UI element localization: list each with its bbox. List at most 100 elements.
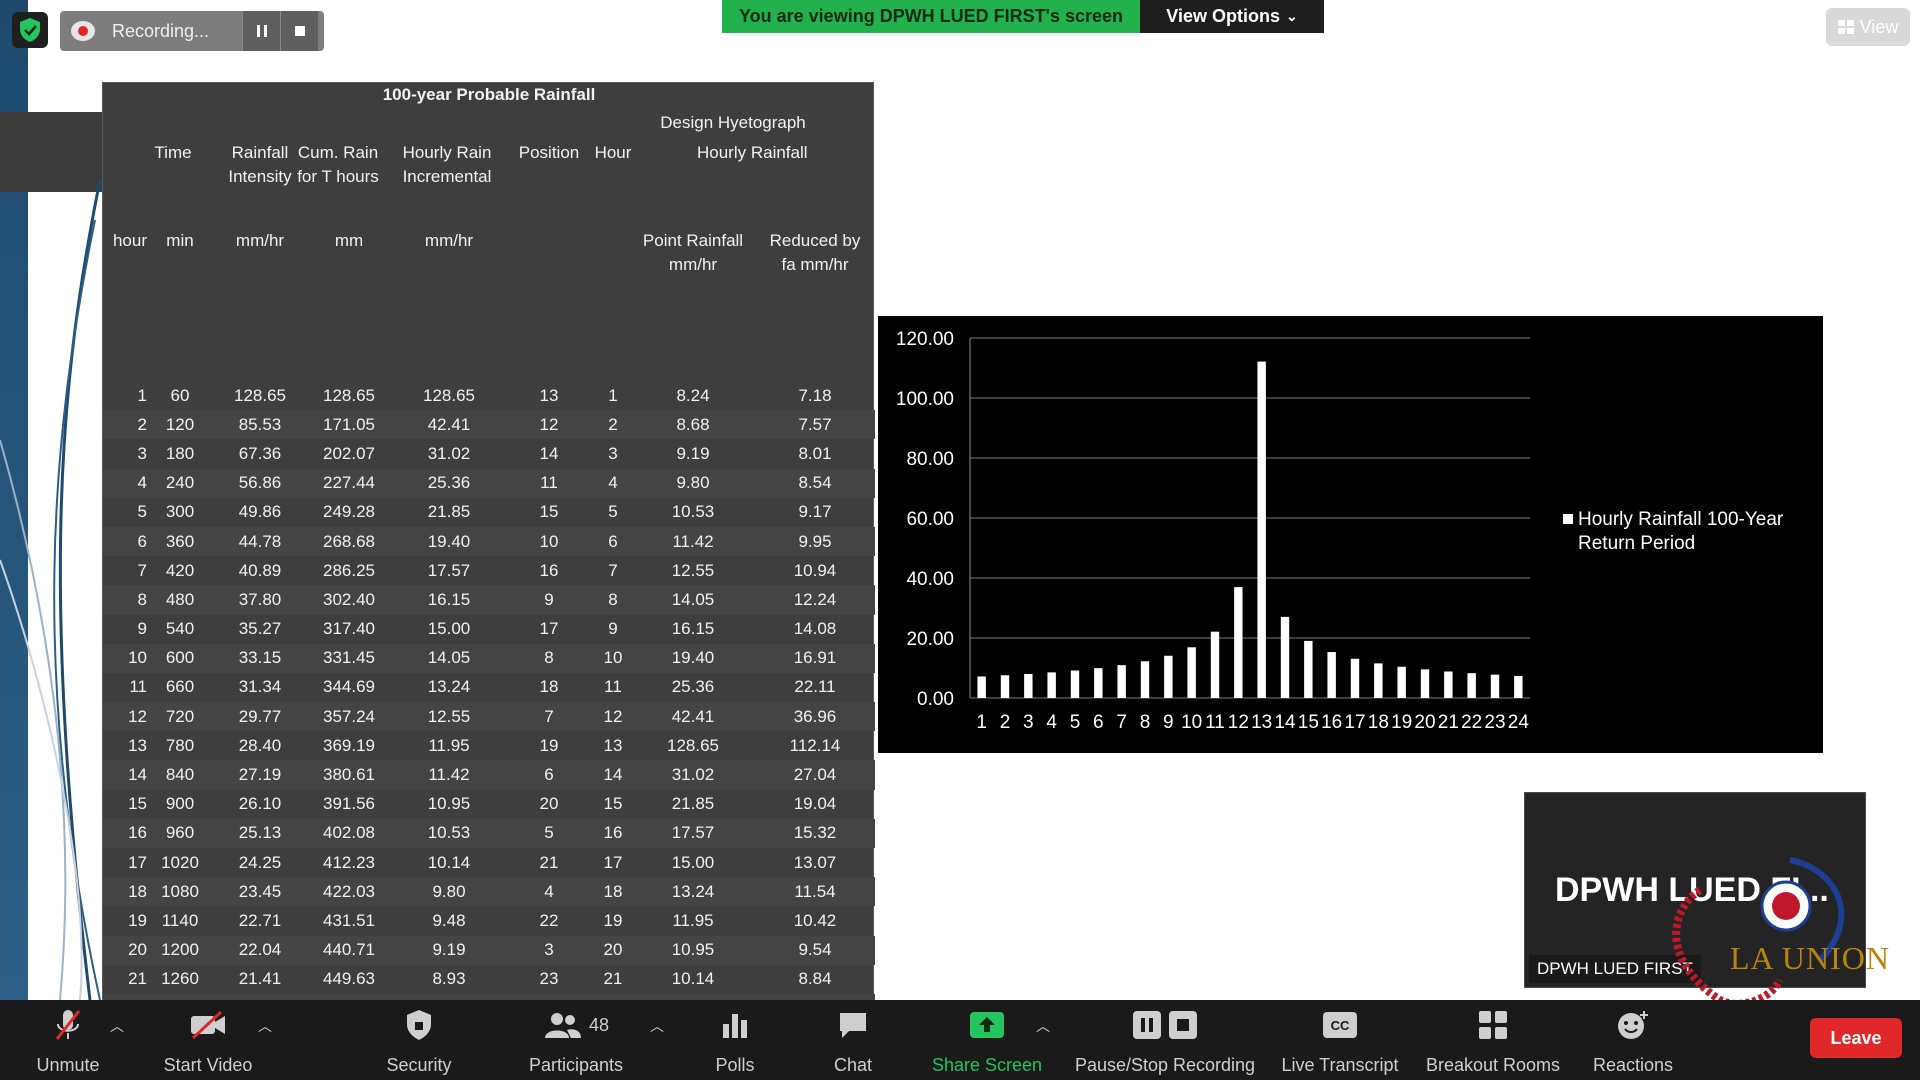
polls-button[interactable]: Polls bbox=[700, 1006, 770, 1076]
cell-min: 1200 bbox=[161, 940, 199, 960]
cell-min: 360 bbox=[165, 531, 195, 551]
chart-bar bbox=[1140, 661, 1150, 698]
table-row: 8 480 37.80 302.40 16.15 9 8 14.05 12.24 bbox=[103, 585, 875, 615]
view-label: View bbox=[1859, 16, 1899, 37]
pause-recording-button[interactable] bbox=[242, 11, 280, 51]
cell-hour-order: 21 bbox=[603, 969, 623, 989]
cell-hour: 2 bbox=[137, 414, 147, 434]
cell-min: 420 bbox=[165, 560, 195, 580]
cell-intensity: 22.04 bbox=[238, 940, 282, 960]
breakout-rooms-label: Breakout Rooms bbox=[1425, 1055, 1561, 1075]
cell-incremental: 10.14 bbox=[427, 852, 471, 872]
participants-button[interactable]: 48 Participants bbox=[520, 1006, 632, 1076]
breakout-rooms-button[interactable]: Breakout Rooms bbox=[1420, 1006, 1566, 1076]
security-button[interactable]: Security bbox=[374, 1006, 464, 1076]
unit-point-rainfall: Point Rainfall mm/hr bbox=[642, 231, 744, 274]
cell-intensity: 22.71 bbox=[238, 910, 282, 930]
cell-cum-rain: 227.44 bbox=[323, 473, 375, 493]
cell-hour-order: 2 bbox=[608, 414, 618, 434]
live-transcript-button[interactable]: CC Live Transcript bbox=[1276, 1006, 1404, 1076]
cell-reduced: 10.42 bbox=[793, 910, 837, 930]
cell-min: 480 bbox=[165, 589, 195, 609]
reactions-button[interactable]: Reactions bbox=[1586, 1006, 1680, 1076]
closed-caption-icon: CC bbox=[1322, 1006, 1358, 1044]
table-row: 1 60 128.65 128.65 128.65 13 1 8.24 7.18 bbox=[103, 381, 875, 410]
shield-check-icon bbox=[20, 18, 40, 42]
chat-label: Chat bbox=[833, 1055, 873, 1075]
cell-reduced: 9.95 bbox=[798, 531, 832, 551]
cell-position: 14 bbox=[539, 443, 559, 463]
stop-icon bbox=[1169, 1011, 1197, 1039]
table-row: 3 180 67.36 202.07 31.02 14 3 9.19 8.01 bbox=[103, 439, 875, 468]
cell-hour: 17 bbox=[128, 852, 147, 872]
y-tick-label: 80.00 bbox=[906, 449, 954, 470]
legend-label: Hourly Rainfall 100-Year Return Period bbox=[1578, 509, 1784, 554]
cell-position: 18 bbox=[539, 677, 559, 697]
cell-min: 540 bbox=[165, 619, 195, 639]
stop-icon bbox=[294, 26, 305, 36]
cell-cum-rain: 128.65 bbox=[323, 385, 375, 405]
cell-reduced: 14.08 bbox=[793, 619, 837, 639]
cell-hour: 3 bbox=[137, 443, 147, 463]
cell-intensity: 31.34 bbox=[238, 677, 282, 697]
cell-intensity: 85.53 bbox=[238, 414, 282, 434]
cell-reduced: 8.54 bbox=[798, 473, 832, 493]
cell-reduced: 11.54 bbox=[794, 881, 836, 901]
x-tick-label: 19 bbox=[1391, 712, 1412, 733]
chart-bar bbox=[1234, 587, 1243, 698]
audio-options-chevron-icon[interactable]: ︿ bbox=[110, 1016, 124, 1036]
bar-chart-icon bbox=[720, 1006, 750, 1044]
view-button[interactable]: View bbox=[1826, 8, 1910, 46]
la-union-logo-icon bbox=[1672, 857, 1845, 1008]
chart-bar bbox=[1117, 665, 1126, 698]
table-row: 9 540 35.27 317.40 15.00 17 9 16.15 14.08 bbox=[103, 615, 875, 644]
cell-position: 13 bbox=[539, 385, 559, 405]
x-tick-label: 5 bbox=[1070, 712, 1081, 733]
video-options-chevron-icon[interactable]: ︿ bbox=[258, 1016, 272, 1036]
cell-hour: 1 bbox=[137, 385, 147, 405]
share-screen-button[interactable]: Share Screen bbox=[926, 1006, 1048, 1076]
chart-bar bbox=[1047, 672, 1056, 698]
stop-recording-button[interactable] bbox=[280, 11, 318, 51]
view-options-button[interactable]: View Options ⌄ bbox=[1140, 0, 1324, 33]
chat-button[interactable]: Chat bbox=[818, 1006, 888, 1076]
cell-intensity: 26.10 bbox=[238, 794, 282, 814]
cell-position: 23 bbox=[539, 969, 559, 989]
table-row: 2 120 85.53 171.05 42.41 12 2 8.68 7.57 bbox=[103, 410, 875, 440]
cell-reduced: 15.32 bbox=[793, 823, 837, 843]
pause-stop-recording-button[interactable]: Pause/Stop Recording bbox=[1070, 1006, 1260, 1076]
cell-incremental: 12.55 bbox=[427, 706, 471, 726]
chart-bar bbox=[1374, 663, 1383, 698]
table-row: 20 1200 22.04 440.71 9.19 3 20 10.95 9.54 bbox=[103, 935, 875, 965]
cell-hour-order: 12 bbox=[603, 706, 623, 726]
participants-options-chevron-icon[interactable]: ︿ bbox=[650, 1016, 664, 1036]
cell-intensity: 29.77 bbox=[238, 706, 282, 726]
chart-bar bbox=[1397, 666, 1406, 698]
cell-intensity: 49.86 bbox=[238, 502, 282, 522]
cell-incremental: 31.02 bbox=[427, 443, 471, 463]
cell-incremental: 17.57 bbox=[427, 560, 471, 580]
cell-point-rainfall: 128.65 bbox=[667, 735, 719, 755]
encryption-shield-button[interactable] bbox=[12, 12, 48, 48]
cell-hour-order: 17 bbox=[603, 852, 623, 872]
cell-cum-rain: 268.68 bbox=[323, 531, 375, 551]
cell-position: 12 bbox=[539, 414, 559, 434]
breakout-rooms-icon bbox=[1478, 1006, 1508, 1044]
chart-canvas: 0.0020.0040.0060.0080.00100.00120.001 2 3 4… bbox=[896, 329, 1784, 733]
x-tick-label: 13 bbox=[1251, 712, 1272, 733]
cell-position: 11 bbox=[540, 473, 558, 493]
leave-button[interactable]: Leave bbox=[1810, 1018, 1902, 1058]
chat-bubble-icon bbox=[837, 1006, 869, 1044]
cell-hour-order: 4 bbox=[608, 473, 618, 493]
unmute-button[interactable]: Unmute bbox=[28, 1006, 108, 1076]
y-tick-label: 0.00 bbox=[917, 689, 954, 710]
cell-cum-rain: 422.03 bbox=[323, 881, 375, 901]
y-tick-label: 100.00 bbox=[896, 389, 954, 410]
share-options-chevron-icon[interactable]: ︿ bbox=[1036, 1016, 1050, 1036]
cell-min: 120 bbox=[165, 414, 195, 434]
y-tick-label: 40.00 bbox=[906, 569, 954, 590]
cell-point-rainfall: 31.02 bbox=[671, 765, 715, 785]
cell-cum-rain: 249.28 bbox=[323, 502, 375, 522]
cell-cum-rain: 331.45 bbox=[323, 648, 375, 668]
start-video-button[interactable]: Start Video bbox=[156, 1006, 260, 1076]
